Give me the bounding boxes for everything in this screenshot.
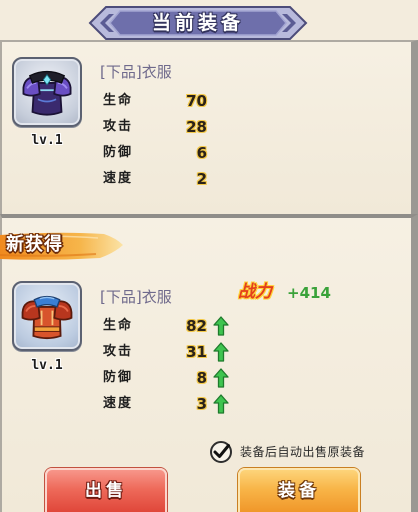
current-stat-row: 生命 70 — [103, 89, 233, 113]
new-stat-row: 防御 8 — [103, 366, 233, 390]
new-item-level: lv.1 — [31, 358, 63, 373]
current-item-name: [下品]衣服 — [100, 63, 172, 81]
stat-label: 攻击 — [103, 119, 134, 134]
new-item-slot[interactable] — [12, 281, 82, 351]
power-label: 战力 — [238, 282, 272, 302]
stat-label: 防御 — [103, 145, 134, 160]
auto-sell-checkbox[interactable] — [209, 440, 233, 464]
stat-value: 8 — [196, 369, 207, 387]
current-stat-row: 速度 2 — [103, 167, 233, 191]
up-arrow-icon — [213, 342, 229, 362]
stat-value: 82 — [186, 317, 207, 335]
stat-label: 速度 — [103, 171, 134, 186]
new-stat-row: 生命 82 — [103, 314, 233, 338]
new-item-title: 新获得 — [6, 234, 63, 255]
stat-value: 28 — [186, 118, 207, 136]
stat-label: 速度 — [103, 396, 134, 411]
sell-button[interactable]: 出售 — [45, 468, 167, 512]
current-item-level: lv.1 — [31, 133, 63, 148]
current-equipment-title: 当前装备 — [151, 12, 244, 34]
current-stat-row: 攻击 28 — [103, 115, 233, 139]
stat-value: 3 — [196, 395, 207, 413]
purple-armor-icon — [22, 70, 72, 116]
auto-sell-label: 装备后自动出售原装备 — [240, 445, 366, 459]
stat-label: 生命 — [103, 93, 134, 108]
stat-value: 2 — [196, 170, 207, 188]
stat-value: 6 — [196, 144, 207, 162]
stat-label: 攻击 — [103, 344, 134, 359]
current-stat-row: 防御 6 — [103, 141, 233, 165]
new-stat-row: 攻击 31 — [103, 340, 233, 364]
up-arrow-icon — [213, 394, 229, 414]
new-item-name: [下品]衣服 — [100, 288, 172, 306]
current-item-slot[interactable] — [12, 57, 82, 127]
stat-label: 防御 — [103, 370, 134, 385]
stat-value: 70 — [186, 92, 207, 110]
stat-value: 31 — [186, 343, 207, 361]
power-value: +414 — [287, 284, 331, 302]
red-armor-icon — [21, 295, 73, 340]
equip-button[interactable]: 装备 — [238, 468, 360, 512]
new-stat-row: 速度 3 — [103, 392, 233, 416]
stat-label: 生命 — [103, 318, 134, 333]
up-arrow-icon — [213, 316, 229, 336]
up-arrow-icon — [213, 368, 229, 388]
